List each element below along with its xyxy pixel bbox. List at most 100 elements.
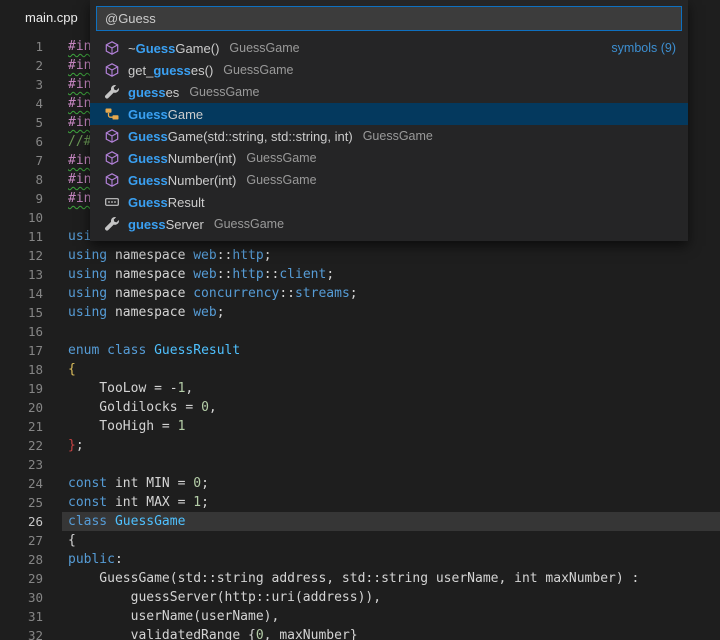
line-number[interactable]: 8 (0, 170, 62, 189)
line-number[interactable]: 19 (0, 379, 62, 398)
code-line[interactable]: 13using namespace web::http::client; (0, 265, 720, 284)
line-number[interactable]: 31 (0, 607, 62, 626)
code-token: #in (68, 96, 91, 111)
code-line-text[interactable]: TooHigh = 1 (62, 417, 720, 436)
code-line-text[interactable]: userName(userName), (62, 607, 720, 626)
code-line-text[interactable]: using namespace concurrency::streams; (62, 284, 720, 303)
code-line-text[interactable]: TooLow = -1, (62, 379, 720, 398)
code-line-text[interactable]: GuessGame(std::string address, std::stri… (62, 569, 720, 588)
code-line[interactable]: 23 (0, 455, 720, 474)
code-line[interactable]: 15using namespace web; (0, 303, 720, 322)
line-number[interactable]: 13 (0, 265, 62, 284)
line-number[interactable]: 20 (0, 398, 62, 417)
line-number[interactable]: 21 (0, 417, 62, 436)
code-line[interactable]: 17enum class GuessResult (0, 341, 720, 360)
code-line-text[interactable]: { (62, 531, 720, 550)
code-line[interactable]: 26class GuessGame (0, 512, 720, 531)
line-number[interactable]: 4 (0, 94, 62, 113)
line-number[interactable]: 30 (0, 588, 62, 607)
code-line[interactable]: 24const int MIN = 0; (0, 474, 720, 493)
code-line[interactable]: 31 userName(userName), (0, 607, 720, 626)
line-number[interactable]: 28 (0, 550, 62, 569)
line-number[interactable]: 32 (0, 626, 62, 640)
line-number[interactable]: 17 (0, 341, 62, 360)
line-number[interactable]: 27 (0, 531, 62, 550)
method-icon (104, 150, 120, 166)
line-number[interactable]: 22 (0, 436, 62, 455)
line-number[interactable]: 29 (0, 569, 62, 588)
code-line-text[interactable]: using namespace web; (62, 303, 720, 322)
symbol-item[interactable]: GuessGame (90, 103, 688, 125)
symbol-item[interactable]: guessServerGuessGame (90, 213, 688, 235)
line-number[interactable]: 16 (0, 322, 62, 341)
code-token: using (68, 248, 107, 263)
code-line-text[interactable]: public: (62, 550, 720, 569)
code-line-text[interactable]: Goldilocks = 0, (62, 398, 720, 417)
line-number[interactable]: 12 (0, 246, 62, 265)
code-token: : (115, 552, 123, 567)
line-number[interactable]: 1 (0, 37, 62, 56)
quick-open-input[interactable] (96, 6, 682, 31)
code-line[interactable]: 20 Goldilocks = 0, (0, 398, 720, 417)
code-token: namespace (107, 267, 193, 282)
line-number[interactable]: 6 (0, 132, 62, 151)
symbol-item[interactable]: GuessNumber(int)GuessGame (90, 169, 688, 191)
line-number[interactable]: 26 (0, 512, 62, 531)
code-line[interactable]: 14using namespace concurrency::streams; (0, 284, 720, 303)
code-line-text[interactable]: validatedRange {0, maxNumber} (62, 626, 720, 640)
field-icon (104, 84, 120, 100)
line-number[interactable]: 10 (0, 208, 62, 227)
code-line-text[interactable]: using namespace web::http::client; (62, 265, 720, 284)
code-line-text[interactable]: class GuessGame (62, 512, 720, 531)
code-line-text[interactable]: const int MIN = 0; (62, 474, 720, 493)
code-token: GuessGame(std::string address, std::stri… (68, 571, 639, 586)
code-token: class (107, 343, 146, 358)
line-number[interactable]: 23 (0, 455, 62, 474)
code-line[interactable]: 25const int MAX = 1; (0, 493, 720, 512)
line-number[interactable]: 14 (0, 284, 62, 303)
line-number[interactable]: 9 (0, 189, 62, 208)
code-line-text[interactable] (62, 322, 720, 341)
code-line[interactable]: 27{ (0, 531, 720, 550)
code-line[interactable]: 16 (0, 322, 720, 341)
symbol-item[interactable]: GuessGame(std::string, std::string, int)… (90, 125, 688, 147)
symbol-item[interactable]: ~GuessGame()GuessGamesymbols (9) (90, 37, 688, 59)
code-line[interactable]: 19 TooLow = -1, (0, 379, 720, 398)
code-line[interactable]: 29 GuessGame(std::string address, std::s… (0, 569, 720, 588)
line-number[interactable]: 24 (0, 474, 62, 493)
line-number[interactable]: 2 (0, 56, 62, 75)
code-line-text[interactable]: }; (62, 436, 720, 455)
code-line-text[interactable]: { (62, 360, 720, 379)
line-number[interactable]: 3 (0, 75, 62, 94)
symbol-container-label: GuessGame (223, 63, 293, 77)
code-line[interactable]: 32 validatedRange {0, maxNumber} (0, 626, 720, 640)
symbol-item[interactable]: guessesGuessGame (90, 81, 688, 103)
code-token: 1 (193, 495, 201, 510)
code-line-text[interactable]: enum class GuessResult (62, 341, 720, 360)
code-line-text[interactable]: using namespace web::http; (62, 246, 720, 265)
code-token (107, 514, 115, 529)
line-number[interactable]: 7 (0, 151, 62, 170)
code-token: userName(userName), (68, 609, 279, 624)
code-line-text[interactable]: guessServer(http::uri(address)), (62, 588, 720, 607)
code-line[interactable]: 28public: (0, 550, 720, 569)
code-line-text[interactable] (62, 455, 720, 474)
symbol-item[interactable]: GuessResult (90, 191, 688, 213)
code-line[interactable]: 12using namespace web::http; (0, 246, 720, 265)
line-number[interactable]: 11 (0, 227, 62, 246)
symbol-label: guesses (128, 85, 179, 100)
field-icon (104, 216, 120, 232)
code-line[interactable]: 21 TooHigh = 1 (0, 417, 720, 436)
code-line[interactable]: 22}; (0, 436, 720, 455)
tab-main-cpp[interactable]: main.cpp (0, 0, 78, 35)
line-number[interactable]: 18 (0, 360, 62, 379)
code-line-text[interactable]: const int MAX = 1; (62, 493, 720, 512)
code-line[interactable]: 18{ (0, 360, 720, 379)
symbol-item[interactable]: get_guesses()GuessGame (90, 59, 688, 81)
symbol-label-text: Result (168, 195, 205, 210)
line-number[interactable]: 15 (0, 303, 62, 322)
symbol-item[interactable]: GuessNumber(int)GuessGame (90, 147, 688, 169)
code-line[interactable]: 30 guessServer(http::uri(address)), (0, 588, 720, 607)
line-number[interactable]: 25 (0, 493, 62, 512)
line-number[interactable]: 5 (0, 113, 62, 132)
